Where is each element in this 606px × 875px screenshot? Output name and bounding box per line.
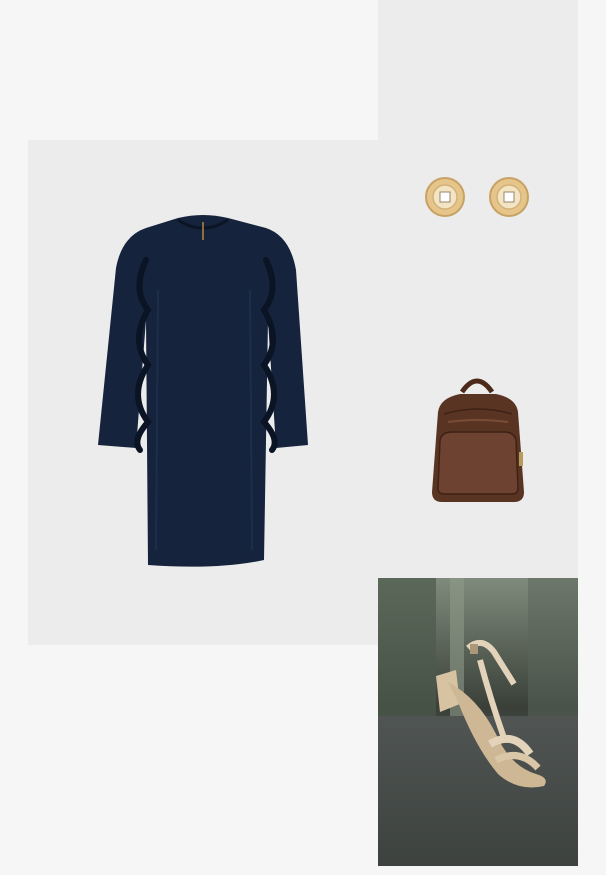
dress-product-card[interactable] [28,140,378,645]
backpack-product-card[interactable] [378,360,578,520]
earrings-product-card[interactable] [378,140,578,260]
backpack-image [432,378,524,502]
dress-image [98,215,308,567]
outfit-collage [0,0,606,875]
sandal-product-card[interactable] [378,578,578,866]
earrings-image [425,177,529,217]
right-margin [578,0,606,875]
sandal-image [378,578,578,866]
